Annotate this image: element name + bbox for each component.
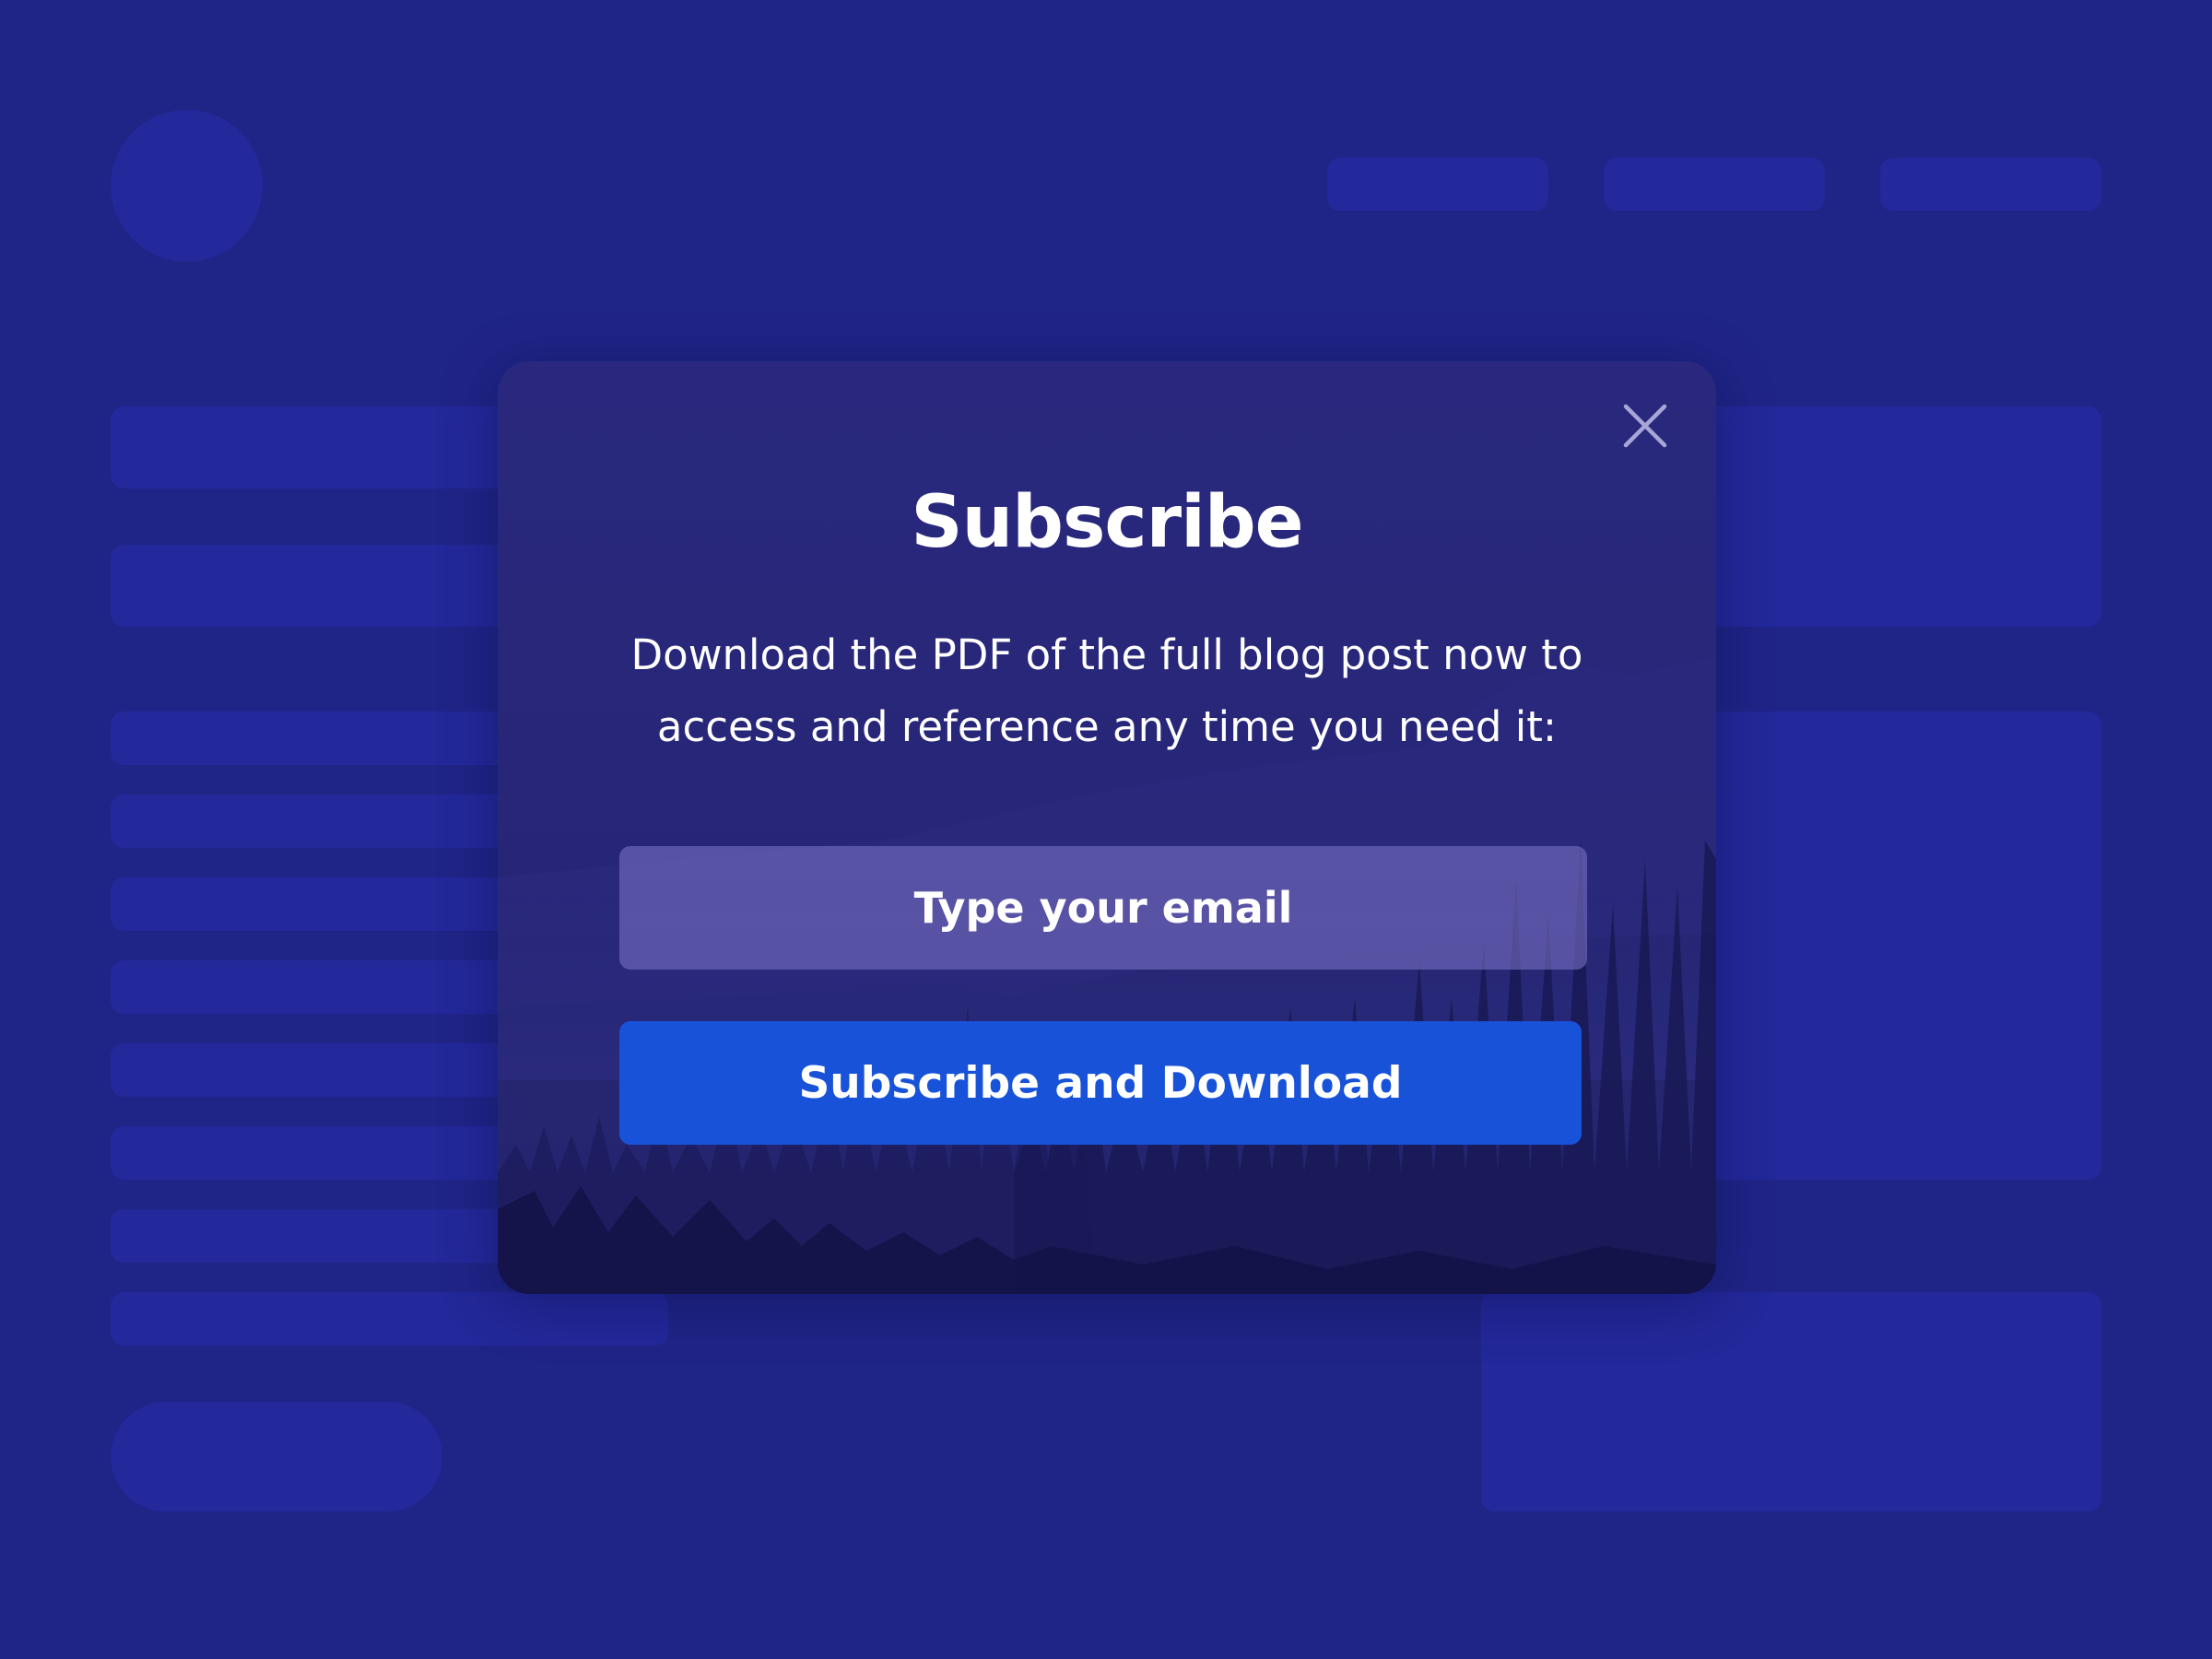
email-input[interactable] [619,846,1587,970]
background-button-placeholder [111,1402,442,1512]
background-text-line-placeholder [111,1292,668,1346]
background-nav-placeholder [1880,158,2101,211]
background-avatar-placeholder [111,110,263,262]
subscribe-and-download-button[interactable]: Subscribe and Download [619,1021,1582,1145]
close-button[interactable] [1618,398,1673,453]
modal-description-line: Download the PDF of the full blog post n… [630,630,1583,679]
modal-description-line: access and reference any time you need i… [656,702,1558,751]
background-nav-placeholder [1327,158,1548,211]
background-nav-placeholder [1604,158,1825,211]
modal-description: Download the PDF of the full blog post n… [590,619,1624,763]
close-icon [1623,404,1667,448]
subscribe-modal: Subscribe Download the PDF of the full b… [498,361,1716,1294]
background-card-placeholder [1481,1292,2101,1512]
modal-title: Subscribe [911,481,1303,564]
